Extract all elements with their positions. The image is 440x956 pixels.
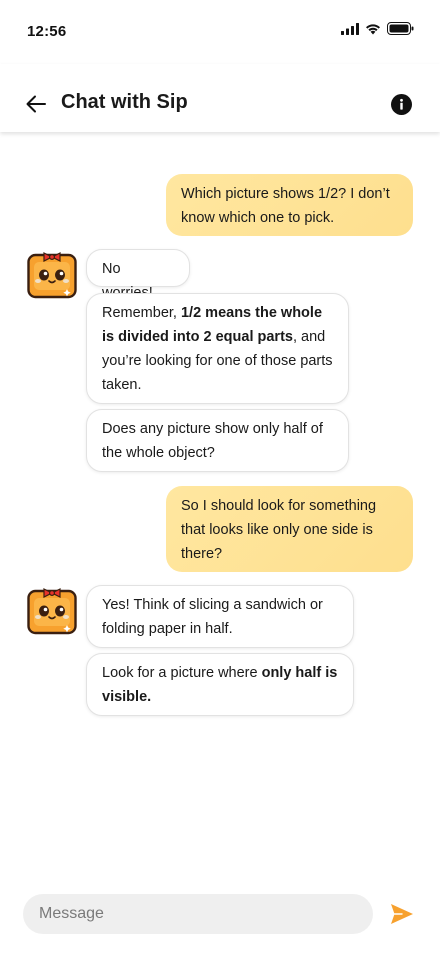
- status-icons: [341, 22, 414, 35]
- bot-message: Does any picture show only half of the w…: [86, 409, 349, 472]
- message-text: Look for a picture where: [102, 665, 262, 681]
- page-title: Chat with Sip: [61, 91, 188, 113]
- back-button[interactable]: [24, 92, 48, 116]
- chat-thread: Which picture shows 1/2? I don’t know wh…: [0, 132, 440, 882]
- message-text: Remember,: [102, 305, 181, 321]
- signal-icon: [341, 22, 359, 35]
- message-text: Yes! Think of slicing a sandwich or fold…: [102, 597, 323, 637]
- bot-message: Remember, 1/2 means the whole is divided…: [86, 293, 349, 404]
- status-bar: 12:56: [0, 0, 440, 64]
- battery-icon: [387, 22, 414, 35]
- user-message: Which picture shows 1/2? I don’t know wh…: [166, 174, 413, 236]
- bot-message: Yes! Think of slicing a sandwich or fold…: [86, 585, 354, 648]
- sip-avatar: [27, 252, 77, 299]
- message-input[interactable]: [23, 894, 373, 934]
- bot-message: No worries!: [86, 249, 190, 301]
- info-button[interactable]: [391, 94, 412, 115]
- back-arrow-icon: [26, 95, 46, 113]
- sip-avatar: [27, 588, 77, 635]
- send-icon: [391, 904, 413, 924]
- send-button[interactable]: [389, 902, 415, 926]
- wifi-icon: [366, 23, 380, 34]
- status-time: 12:56: [27, 23, 67, 40]
- info-icon: [400, 98, 403, 110]
- bot-message: Look for a picture where only half is vi…: [86, 653, 354, 716]
- chat-header: Chat with Sip: [0, 64, 440, 132]
- message-text: So I should look for something that look…: [181, 498, 377, 562]
- message-text: Does any picture show only half of the w…: [102, 421, 323, 461]
- user-message: So I should look for something that look…: [166, 486, 413, 572]
- message-text: Which picture shows 1/2? I don’t know wh…: [181, 186, 390, 226]
